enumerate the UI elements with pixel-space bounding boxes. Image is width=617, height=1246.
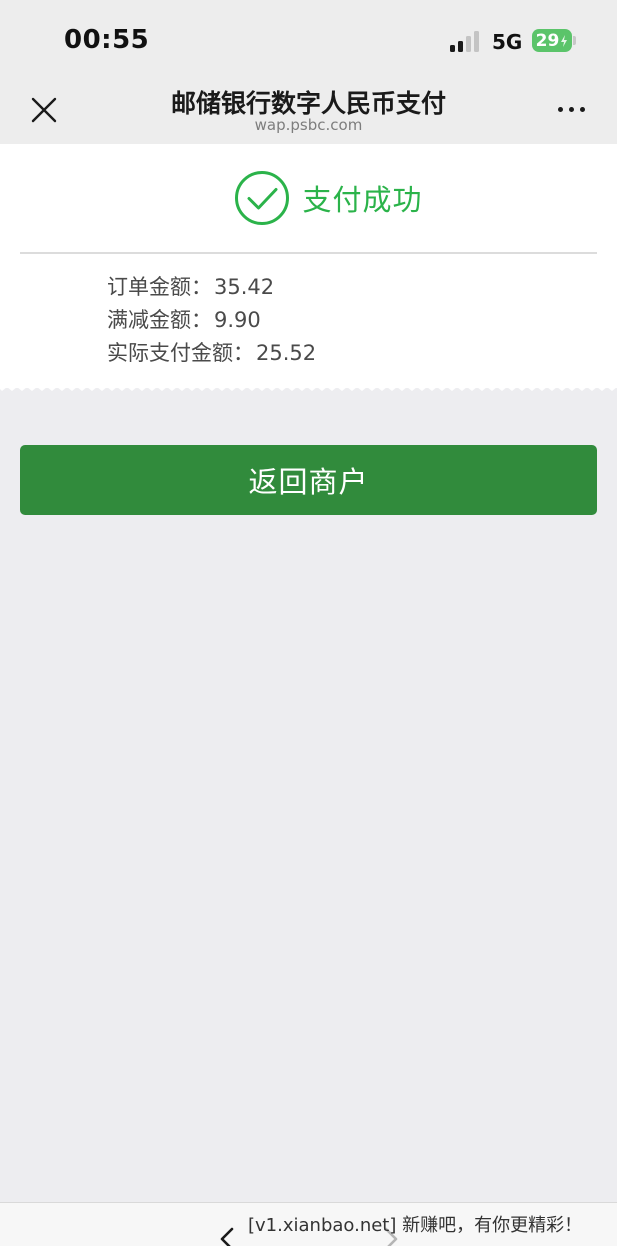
order-amount-value: 35.42 [214, 275, 275, 299]
order-amount-label: 订单金额： [107, 275, 212, 299]
page-domain: wap.psbc.com [254, 116, 363, 134]
cellular-signal-icon [450, 30, 484, 52]
order-amount-row: 订单金额：35.42 [107, 271, 274, 301]
charging-bolt-icon [561, 34, 568, 47]
back-arrow-icon[interactable] [216, 1227, 240, 1246]
actual-paid-label: 实际支付金额： [107, 341, 254, 365]
actual-paid-row: 实际支付金额：25.52 [107, 337, 316, 367]
battery-icon: 29 [532, 29, 572, 52]
more-options-button[interactable] [552, 98, 592, 122]
watermark-text: [v1.xianbao.net] 新赚吧，有你更精彩！ [248, 1215, 583, 1236]
success-header: 支付成功 [0, 168, 617, 228]
nav-bar: 邮储银行数字人民币支付 wap.psbc.com [0, 78, 617, 144]
payment-status: 支付成功 [302, 183, 423, 217]
divider [20, 252, 597, 254]
result-card: 支付成功 订单金额：35.42 满减金额：9.90 实际支付金额：25.52 [0, 144, 617, 388]
discount-amount-label: 满减金额： [107, 308, 212, 332]
page-title: 邮储银行数字人民币支付 [170, 89, 446, 118]
card-torn-edge [0, 384, 617, 391]
success-check-icon [235, 171, 290, 225]
status-bar: 00:55 5G 29 [0, 0, 617, 78]
battery-level: 29 [535, 30, 560, 51]
payment-result-page: 00:55 5G 29 邮储银行数字人民币支付 wap.psbc.com 支付成… [0, 0, 617, 1246]
return-to-merchant-button[interactable]: 返回商户 [20, 445, 597, 515]
battery-nub [573, 36, 576, 45]
network-type: 5G [492, 30, 523, 54]
status-time: 00:55 [64, 25, 150, 55]
discount-amount-row: 满减金额：9.90 [107, 304, 261, 334]
discount-amount-value: 9.90 [214, 308, 261, 332]
actual-paid-value: 25.52 [256, 341, 317, 365]
